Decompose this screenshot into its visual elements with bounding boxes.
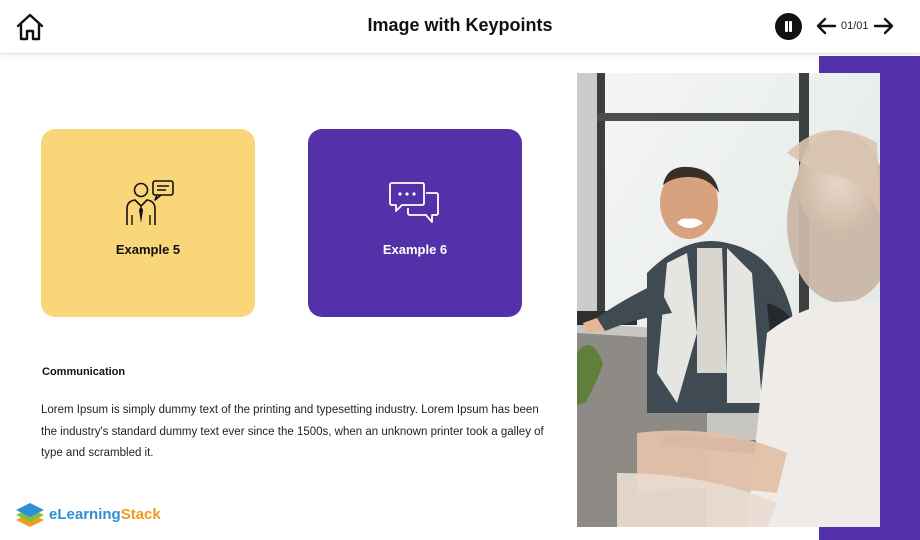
example-5-card[interactable]: Example 5 <box>41 129 255 317</box>
arrow-left-icon[interactable] <box>815 16 837 36</box>
chat-bubbles-icon <box>389 182 439 223</box>
stack-logo-icon <box>16 503 44 527</box>
example-6-card[interactable]: Example 6 <box>308 129 522 317</box>
person-speech-icon <box>126 180 174 225</box>
pause-button[interactable] <box>775 13 802 40</box>
brand-name: eLearningStack <box>49 506 161 523</box>
brand-part-2: Stack <box>120 506 161 523</box>
card-label: Example 5 <box>115 242 181 257</box>
arrow-right-icon[interactable] <box>873 16 895 36</box>
body-paragraph: Lorem Ipsum is simply dummy text of the … <box>41 404 544 459</box>
office-photo-illustration <box>577 73 880 527</box>
top-bar: Image with Keypoints 01/01 <box>0 0 920 54</box>
office-photo <box>577 73 880 527</box>
page-indicator: 01/01 <box>841 20 869 32</box>
section-heading: Communication <box>42 366 126 378</box>
card-label: Example 6 <box>382 242 448 257</box>
brand-part-1: eLearning <box>49 506 121 523</box>
